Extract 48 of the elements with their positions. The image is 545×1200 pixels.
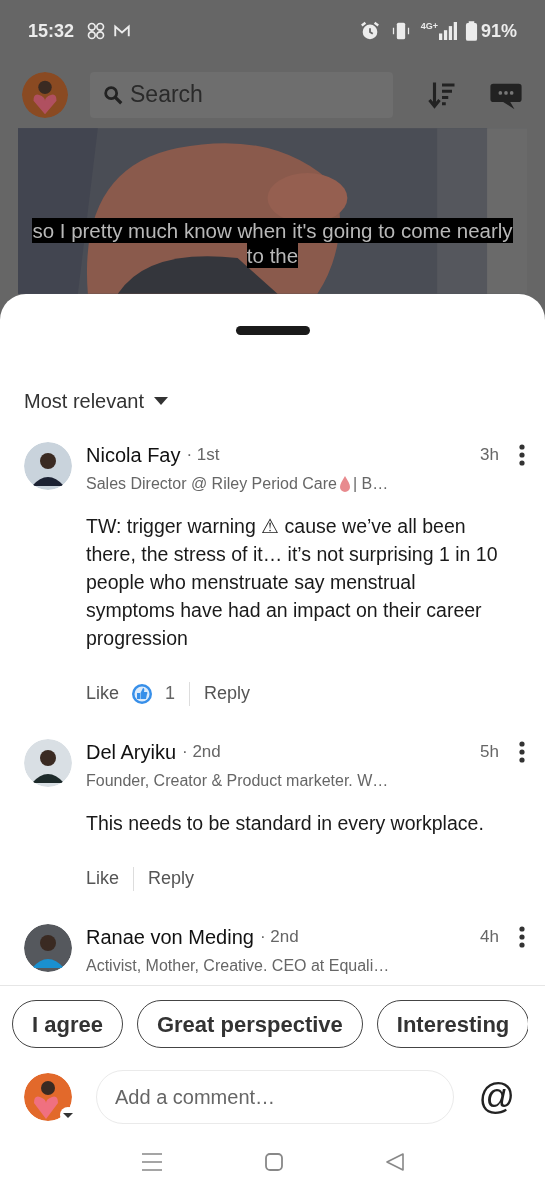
comment-time: 3h — [480, 444, 499, 467]
reply-button[interactable]: Reply — [204, 680, 251, 707]
member-headline: Sales Director @ Riley Period Care — [86, 474, 337, 494]
network-type: 4G+ — [420, 22, 438, 31]
pinwheel-icon — [86, 21, 107, 41]
like-reaction-icon — [131, 682, 154, 705]
mention-button[interactable]: @ — [478, 1079, 515, 1115]
my-avatar[interactable] — [24, 1073, 72, 1121]
comment-text: This needs to be standard in every workplace. — [86, 811, 485, 836]
video-caption: so I pretty much know when it's going to come nearly — [32, 218, 513, 243]
comment-text: TW: trigger warning ⚠ cause we’ve all been there, the stress of it… it’s not surprising 1 in 10 people who menstruate say menstrual symptoms have had an impact on their career progression — [86, 514, 499, 651]
profile-avatar[interactable] — [22, 71, 68, 118]
search-icon — [102, 83, 124, 106]
comment-time: 4h — [480, 926, 499, 949]
home-icon[interactable] — [264, 1153, 283, 1171]
vibrate-icon — [390, 20, 411, 42]
avatar[interactable] — [24, 739, 72, 787]
back-icon[interactable] — [385, 1153, 404, 1171]
more-options-icon[interactable] — [519, 741, 525, 763]
alarm-icon — [358, 20, 381, 42]
comment-input[interactable]: Add a comment… — [96, 1070, 455, 1124]
like-button[interactable]: Like — [86, 680, 120, 707]
drop-icon — [339, 475, 351, 493]
video-caption: to the — [246, 243, 299, 268]
member-headline: Activist, Mother, Creative. CEO at Equali… — [86, 956, 390, 976]
reply-button[interactable]: Reply — [148, 865, 195, 892]
drag-handle[interactable] — [235, 326, 310, 335]
comment-time: 5h — [480, 741, 499, 764]
avatar[interactable] — [24, 924, 72, 972]
battery-level: 91% — [480, 19, 517, 43]
connection-degree: · 2nd — [259, 926, 299, 949]
connection-degree: · 1st — [186, 444, 220, 467]
more-options-icon[interactable] — [519, 926, 525, 948]
avatar[interactable] — [24, 442, 72, 490]
reaction-count[interactable]: 1 — [165, 680, 176, 707]
like-button[interactable]: Like — [86, 865, 120, 892]
sort-dropdown[interactable]: Most relevant — [24, 386, 169, 416]
connection-degree: · 2nd — [182, 741, 221, 764]
more-options-icon[interactable] — [519, 444, 525, 466]
status-time: 15:32 — [28, 19, 75, 43]
commenter-name[interactable]: Del Aryiku — [86, 737, 177, 767]
commenter-name[interactable]: Ranae von Meding — [86, 922, 254, 952]
battery-icon — [464, 20, 478, 42]
member-headline: | B… — [353, 474, 389, 494]
member-headline: Founder, Creator & Product marketer. W… — [86, 771, 389, 791]
commenter-name[interactable]: Nicola Fay — [86, 440, 181, 470]
caret-icon — [154, 397, 169, 405]
signal-icon — [438, 21, 457, 41]
